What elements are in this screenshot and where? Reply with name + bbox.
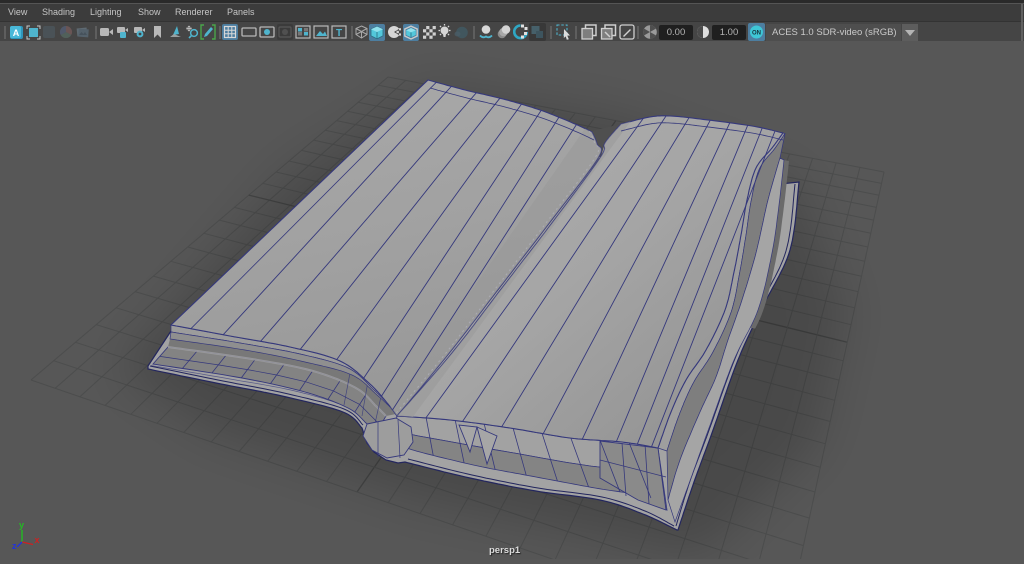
svg-text:ON: ON <box>752 31 761 37</box>
svg-text:x: x <box>35 535 40 545</box>
svg-text:z: z <box>12 541 17 551</box>
svg-text:y: y <box>19 520 24 530</box>
svg-text:A: A <box>13 28 20 38</box>
svg-text:T: T <box>336 28 342 39</box>
